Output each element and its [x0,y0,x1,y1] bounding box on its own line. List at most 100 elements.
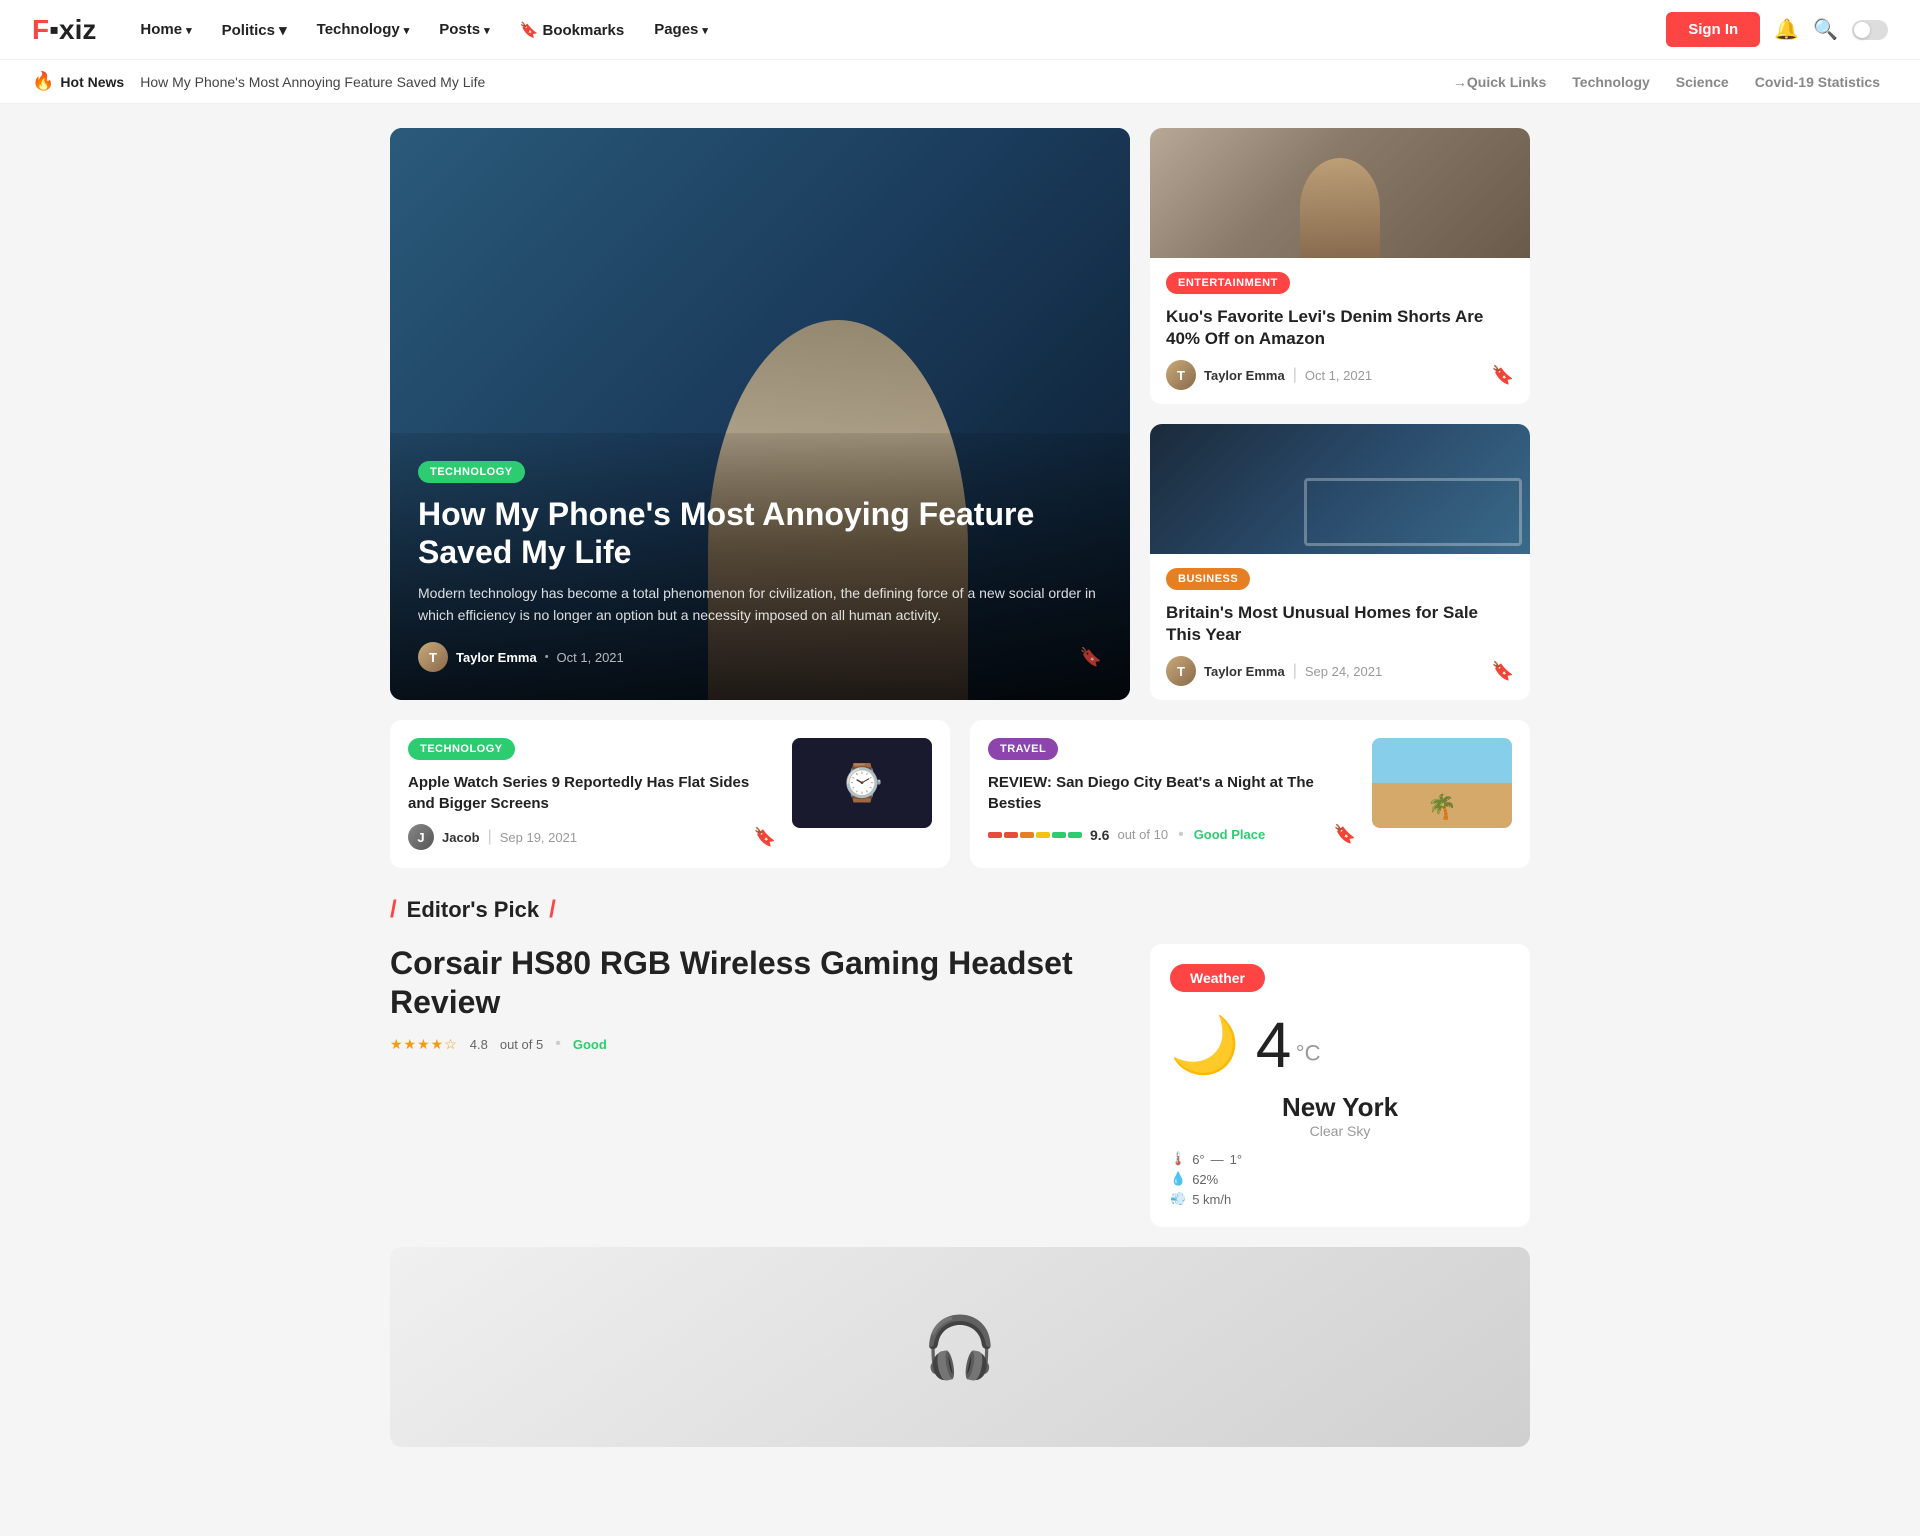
nav-link-pages[interactable]: Pages [642,13,720,46]
weather-humidity-icon: 💧 [1170,1171,1186,1187]
featured-meta-dot: • [545,651,549,663]
side-article-2-tag: BUSINESS [1166,568,1250,590]
theme-toggle[interactable] [1852,20,1888,40]
ticker-arrow-icon[interactable]: → [1453,74,1467,90]
editors-pick-content: Corsair HS80 RGB Wireless Gaming Headset… [390,944,1130,1227]
small-article-travel-title: REVIEW: San Diego City Beat's a Night at… [988,772,1356,814]
quick-link-technology[interactable]: Technology [1572,74,1650,90]
navbar: F▪xiz Home Politics ▾ Technology Posts 🔖… [0,0,1920,60]
side-article-1-meta: T Taylor Emma | Oct 1, 2021 🔖 [1166,360,1514,390]
weather-wind-icon: 💨 [1170,1191,1186,1207]
weather-badge: Weather [1170,964,1265,992]
hot-news-label: 🔥 Hot News [32,71,124,92]
weather-humidity-value: 62% [1192,1172,1218,1187]
quick-links-label: Quick Links [1467,74,1546,90]
small-article-travel-tag: TRAVEL [988,738,1058,760]
side-article-2-content: BUSINESS Britain's Most Unusual Homes fo… [1150,554,1530,700]
travel-verdict: Good Place [1194,827,1266,842]
weather-moon-icon: 🌙 [1170,1012,1240,1078]
weather-details: 🌡️ 6° — 1° 💧 62% 💨 5 km/h [1170,1151,1510,1207]
side-article-1-tag: ENTERTAINMENT [1166,272,1290,294]
side-article-1-date: Oct 1, 2021 [1305,368,1372,383]
small-article-watch-meta: J Jacob | Sep 19, 2021 🔖 [408,824,776,850]
logo-f: F [32,14,49,45]
weather-temp-display: 4 °C [1256,1008,1321,1082]
section-slash-left: / [390,896,397,924]
weather-temp-value: 4 [1256,1009,1292,1081]
weather-wind-value: 5 km/h [1192,1192,1231,1207]
toggle-thumb [1854,22,1870,38]
weather-thermometer-icon: 🌡️ [1170,1151,1186,1167]
side-article-1-author: Taylor Emma [1204,368,1285,383]
logo[interactable]: F▪xiz [32,14,96,46]
featured-meta: T Taylor Emma • Oct 1, 2021 🔖 [418,642,1102,672]
weather-high-value: 6° [1192,1152,1204,1167]
small-article-watch-dot: | [488,828,492,846]
score-bar-2 [1004,832,1018,838]
travel-score-total: out of 10 [1117,827,1168,842]
side-article-2-meta: T Taylor Emma | Sep 24, 2021 🔖 [1166,656,1514,686]
weather-card: Weather 🌙 4 °C New York Clear Sky 🌡️ 6° … [1150,944,1530,1227]
side-article-1: ENTERTAINMENT Kuo's Favorite Levi's Deni… [1150,128,1530,404]
nav-link-technology[interactable]: Technology [305,13,422,46]
search-icon[interactable]: 🔍 [1813,17,1838,42]
weather-condition: Clear Sky [1310,1123,1371,1139]
quick-link-covid[interactable]: Covid-19 Statistics [1755,74,1880,90]
featured-article: TECHNOLOGY How My Phone's Most Annoying … [390,128,1130,700]
weather-main: 🌙 4 °C [1170,1008,1510,1082]
section-slash-right: / [549,896,556,924]
featured-desc: Modern technology has become a total phe… [418,582,1102,627]
nav-links: Home Politics ▾ Technology Posts 🔖 Bookm… [128,13,1666,47]
nav-link-politics[interactable]: Politics ▾ [210,13,299,47]
travel-score-num: 9.6 [1090,827,1109,843]
side-article-1-bookmark[interactable]: 🔖 [1492,365,1514,386]
side-article-2-author: Taylor Emma [1204,664,1285,679]
chevron-pages-icon [702,21,708,38]
score-bar-3 [1020,832,1034,838]
logo-ox: ▪xiz [49,14,96,45]
side-article-2-bookmark[interactable]: 🔖 [1492,661,1514,682]
hot-news-dot: 🔥 [32,71,54,92]
editors-pick-verdict: Good [573,1037,607,1052]
chevron-home-icon [186,21,192,38]
small-article-watch-bookmark[interactable]: 🔖 [754,827,776,848]
rating-label: out of 5 [500,1037,543,1052]
editors-pick-title: Editor's Pick [407,897,539,923]
score-bar-5 [1052,832,1066,838]
top-grid: TECHNOLOGY How My Phone's Most Annoying … [390,128,1530,700]
editors-pick-article-title: Corsair HS80 RGB Wireless Gaming Headset… [390,944,1130,1021]
small-article-travel-content: TRAVEL REVIEW: San Diego City Beat's a N… [988,738,1356,845]
small-article-watch-content: TECHNOLOGY Apple Watch Series 9 Reported… [408,738,776,850]
weather-dash: — [1211,1152,1224,1167]
nav-link-posts[interactable]: Posts [427,13,501,46]
small-articles-row: TECHNOLOGY Apple Watch Series 9 Reported… [390,720,1530,868]
main-container: TECHNOLOGY How My Phone's Most Annoying … [370,104,1550,1471]
small-article-watch-image [792,738,932,828]
weather-humidity: 💧 62% [1170,1171,1510,1187]
travel-score-row: 9.6 out of 10 • Good Place 🔖 [988,824,1356,845]
featured-overlay: TECHNOLOGY How My Phone's Most Annoying … [390,433,1130,701]
weather-wind: 💨 5 km/h [1170,1191,1510,1207]
rating-value: 4.8 [470,1037,488,1052]
nav-actions: Sign In 🔔 🔍 [1666,12,1888,47]
ticker-bar: 🔥 Hot News How My Phone's Most Annoying … [0,60,1920,104]
nav-link-bookmarks[interactable]: 🔖 Bookmarks [508,13,637,47]
travel-bookmark[interactable]: 🔖 [1334,824,1356,845]
side-article-1-content: ENTERTAINMENT Kuo's Favorite Levi's Deni… [1150,258,1530,404]
side-article-2-title: Britain's Most Unusual Homes for Sale Th… [1166,602,1514,646]
score-bars [988,832,1082,838]
nav-link-home[interactable]: Home [128,13,203,46]
featured-tag: TECHNOLOGY [418,461,525,483]
small-article-watch-author: Jacob [442,830,480,845]
editors-pick-heading: / Editor's Pick / [390,896,1530,924]
score-bar-1 [988,832,1002,838]
headphones-illustration: 🎧 [390,1247,1530,1447]
featured-bookmark-button[interactable]: 🔖 [1080,647,1102,668]
quick-link-science[interactable]: Science [1676,74,1729,90]
side-articles: ENTERTAINMENT Kuo's Favorite Levi's Deni… [1150,128,1530,700]
notifications-icon[interactable]: 🔔 [1774,17,1799,42]
side-article-2-dot: | [1293,662,1297,680]
weather-city: New York [1282,1092,1398,1123]
quick-links: Quick Links Technology Science Covid-19 … [1467,74,1888,90]
sign-in-button[interactable]: Sign In [1666,12,1760,47]
